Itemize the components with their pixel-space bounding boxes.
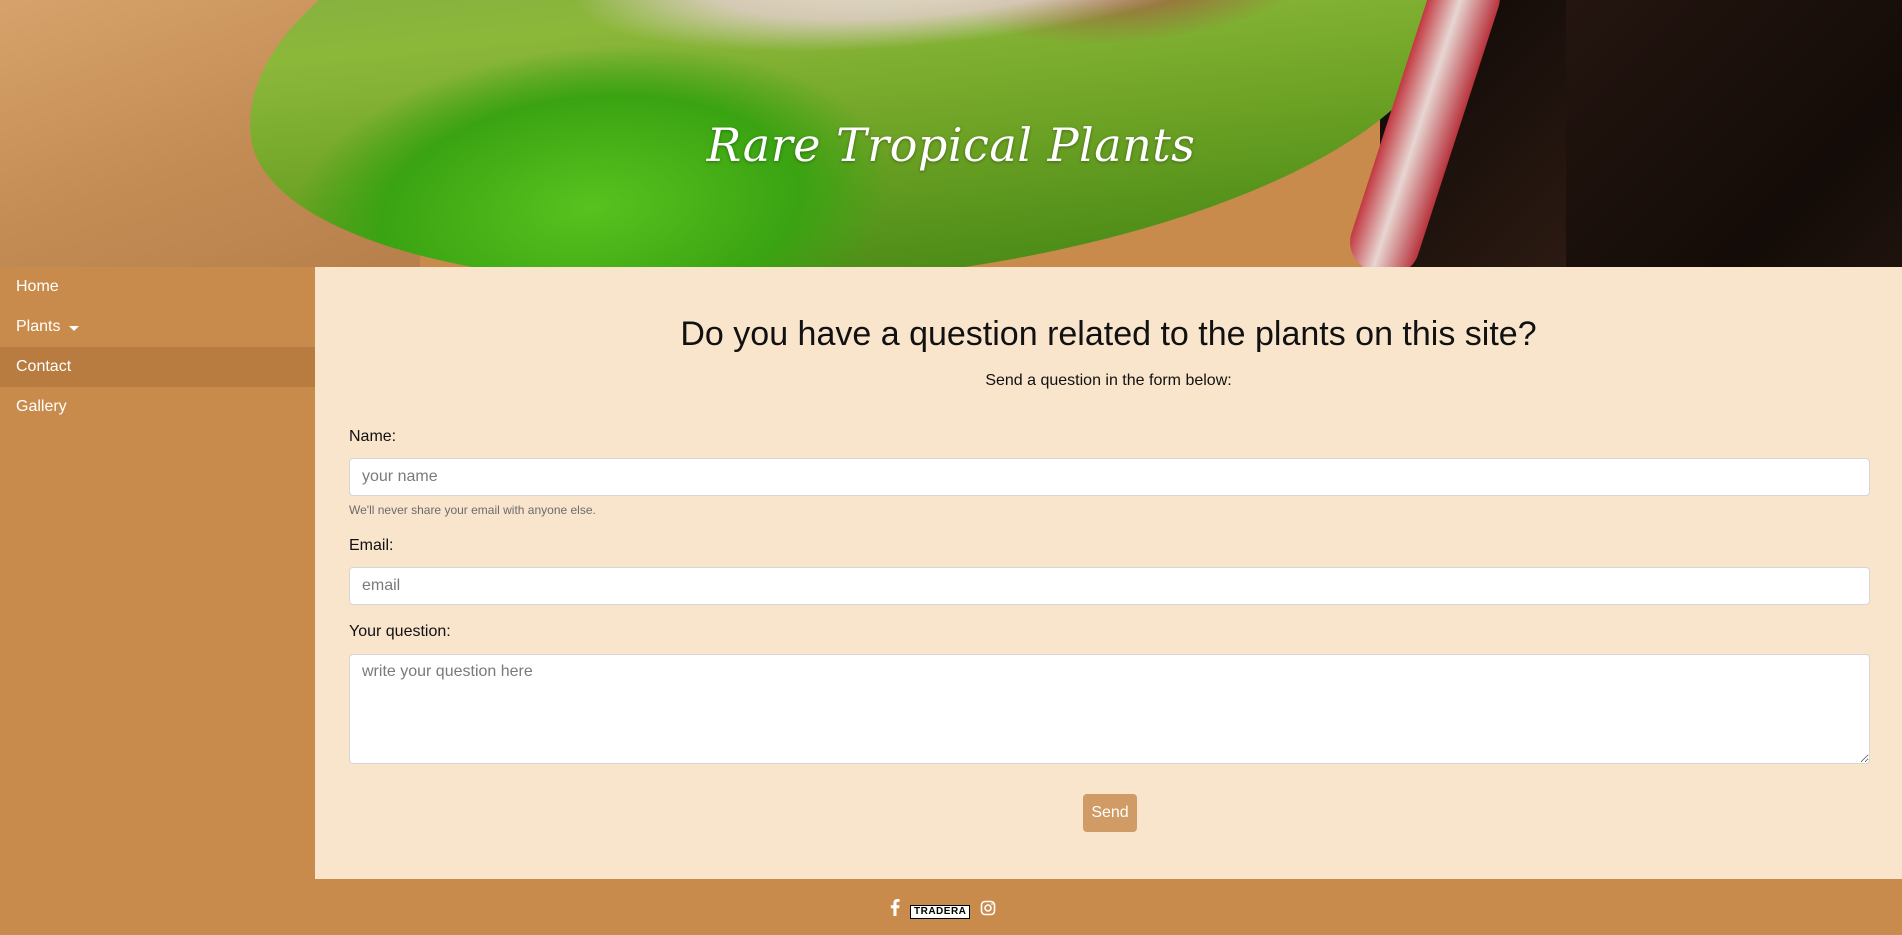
tradera-logo: TRADERA	[910, 905, 971, 919]
name-input[interactable]	[349, 458, 1870, 496]
sidebar-item-contact[interactable]: Contact	[0, 347, 315, 387]
facebook-link[interactable]	[890, 899, 900, 921]
social-links: TRADERA	[890, 899, 996, 921]
page-title: Do you have a question related to the pl…	[680, 315, 1537, 353]
sidebar-item-label: Gallery	[16, 398, 67, 415]
tradera-link[interactable]: TRADERA	[910, 901, 971, 919]
email-input[interactable]	[349, 567, 1870, 605]
name-label: Name:	[349, 428, 397, 445]
caret-down-icon	[69, 325, 80, 331]
sidebar-item-home[interactable]: Home	[0, 267, 315, 307]
send-button[interactable]: Send	[1083, 794, 1137, 832]
header-banner: Rare Tropical Plants	[0, 0, 1902, 267]
sidebar-nav: Home Plants Contact Gallery	[0, 267, 315, 879]
sidebar-item-gallery[interactable]: Gallery	[0, 387, 315, 427]
facebook-icon	[890, 899, 900, 916]
email-label: Email:	[349, 537, 394, 554]
question-textarea[interactable]	[349, 654, 1870, 764]
page-subtitle: Send a question in the form below:	[985, 372, 1232, 389]
sidebar-item-label: Home	[16, 278, 59, 295]
contact-section: Do you have a question related to the pl…	[315, 267, 1902, 879]
site-title[interactable]: Rare Tropical Plants	[0, 118, 1902, 172]
sidebar-item-plants[interactable]: Plants	[0, 307, 315, 347]
sidebar-item-label: Contact	[16, 358, 72, 375]
instagram-icon	[981, 900, 996, 915]
email-help-text: We'll never share your email with anyone…	[349, 503, 596, 517]
instagram-link[interactable]	[980, 900, 996, 921]
question-label: Your question:	[349, 623, 451, 640]
sidebar-item-label: Plants	[16, 318, 61, 335]
